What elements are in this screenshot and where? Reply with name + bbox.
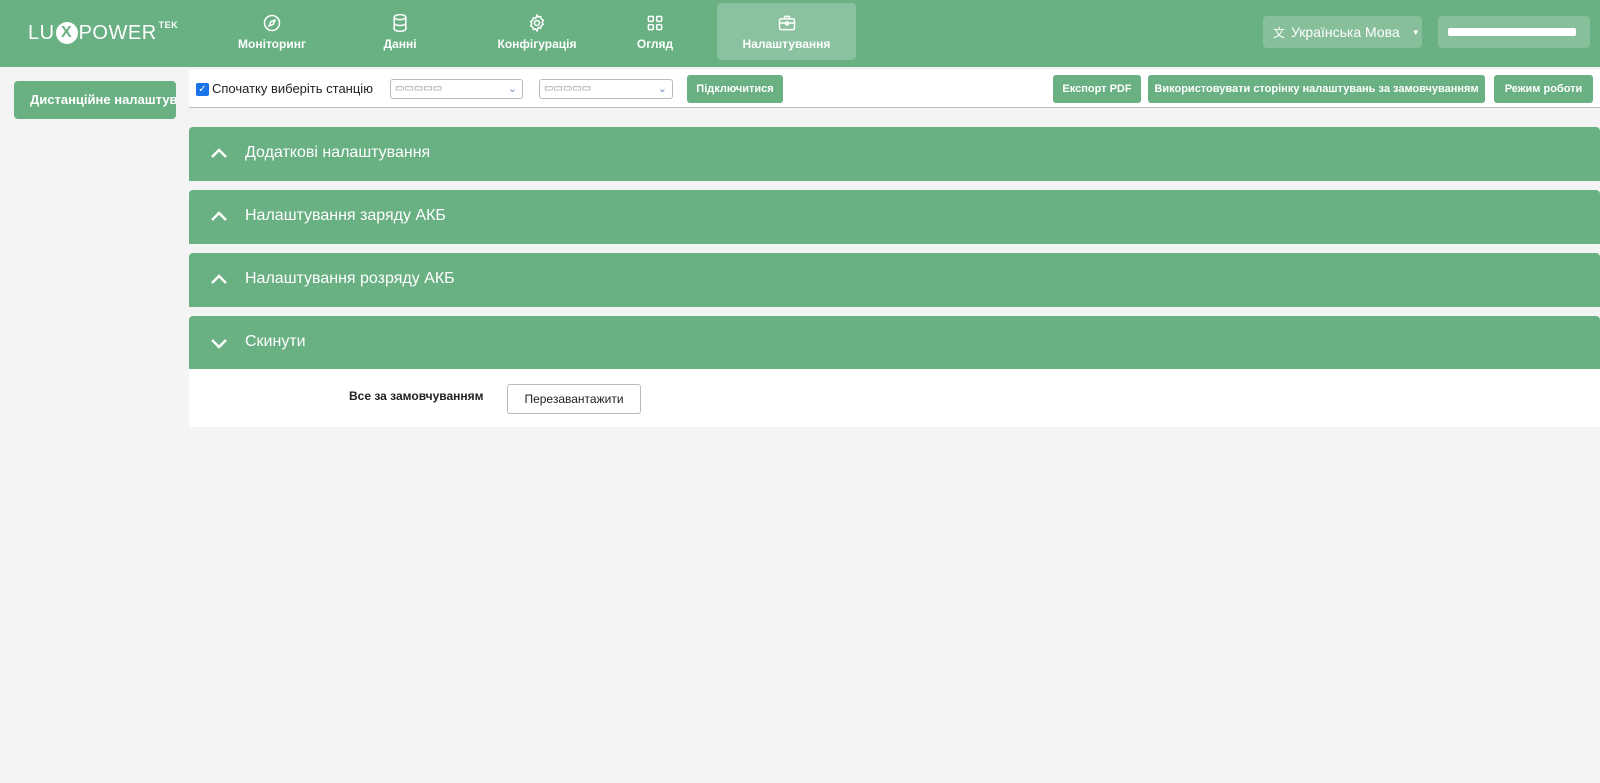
section-reset[interactable]: Скинути	[189, 316, 1600, 370]
nav-configuration[interactable]: Конфігурація	[482, 3, 592, 60]
chevron-up-icon	[211, 274, 227, 284]
station-select-redacted: ▭▭▭▭▭	[395, 83, 443, 94]
reset-all-default-label: Все за замовчуванням	[349, 389, 484, 403]
nav-data[interactable]: Данні	[360, 3, 440, 60]
chevron-up-icon	[211, 148, 227, 158]
gear-icon	[529, 12, 545, 33]
compass-icon	[263, 14, 281, 31]
station-checkbox[interactable]: ✓	[196, 83, 209, 96]
redacted-username	[1448, 28, 1576, 36]
database-icon	[393, 13, 407, 32]
export-pdf-button[interactable]: Експорт PDF	[1053, 75, 1141, 103]
section-battery-discharge-settings[interactable]: Налаштування розряду АКБ	[189, 253, 1600, 307]
reset-panel: Все за замовчуванням Перезавантажити	[189, 369, 1600, 427]
grid-icon	[647, 15, 663, 30]
luxpower-logo[interactable]: LU X POWER TEK	[28, 20, 178, 46]
logo-x-icon: X	[55, 22, 78, 44]
device-select[interactable]: ▭▭▭▭▭ ⌄	[539, 79, 673, 99]
top-navbar: LU X POWER TEK Моніторинг Данні Конфігураці…	[0, 0, 1600, 67]
section-additional-settings[interactable]: Додаткові налаштування	[189, 127, 1600, 181]
station-toolbar: ✓ Спочатку виберіть станцію ▭▭▭▭▭ ⌄ ▭▭▭▭…	[189, 70, 1600, 108]
nav-overview[interactable]: Огляд	[620, 3, 690, 60]
station-checkbox-label: Спочатку виберіть станцію	[212, 81, 373, 96]
sidebar-item-remote-settings[interactable]: Дистанційне налаштування	[14, 81, 176, 119]
chevron-down-icon: ⌄	[657, 83, 667, 95]
work-mode-button[interactable]: Режим роботи	[1494, 75, 1593, 103]
station-select[interactable]: ▭▭▭▭▭ ⌄	[390, 79, 523, 99]
chevron-up-icon	[211, 211, 227, 221]
chevron-down-icon: ⌄	[507, 83, 517, 95]
default-settings-page-button[interactable]: Використовувати сторінку налаштувань за …	[1148, 75, 1485, 103]
chevron-down-icon	[211, 339, 227, 349]
caret-down-icon: ▼	[1411, 27, 1420, 37]
restart-button[interactable]: Перезавантажити	[507, 384, 641, 414]
connect-button[interactable]: Підключитися	[687, 75, 783, 103]
language-select[interactable]: 文 Українська Мова ▼	[1263, 16, 1422, 48]
nav-monitoring[interactable]: Моніторинг	[228, 3, 316, 60]
briefcase-icon	[778, 15, 795, 30]
translate-icon: 文	[1273, 25, 1286, 40]
section-battery-charge-settings[interactable]: Налаштування заряду АКБ	[189, 190, 1600, 244]
nav-settings[interactable]: Налаштування	[717, 3, 856, 60]
device-select-redacted: ▭▭▭▭▭	[544, 83, 592, 94]
user-menu[interactable]	[1438, 16, 1590, 48]
